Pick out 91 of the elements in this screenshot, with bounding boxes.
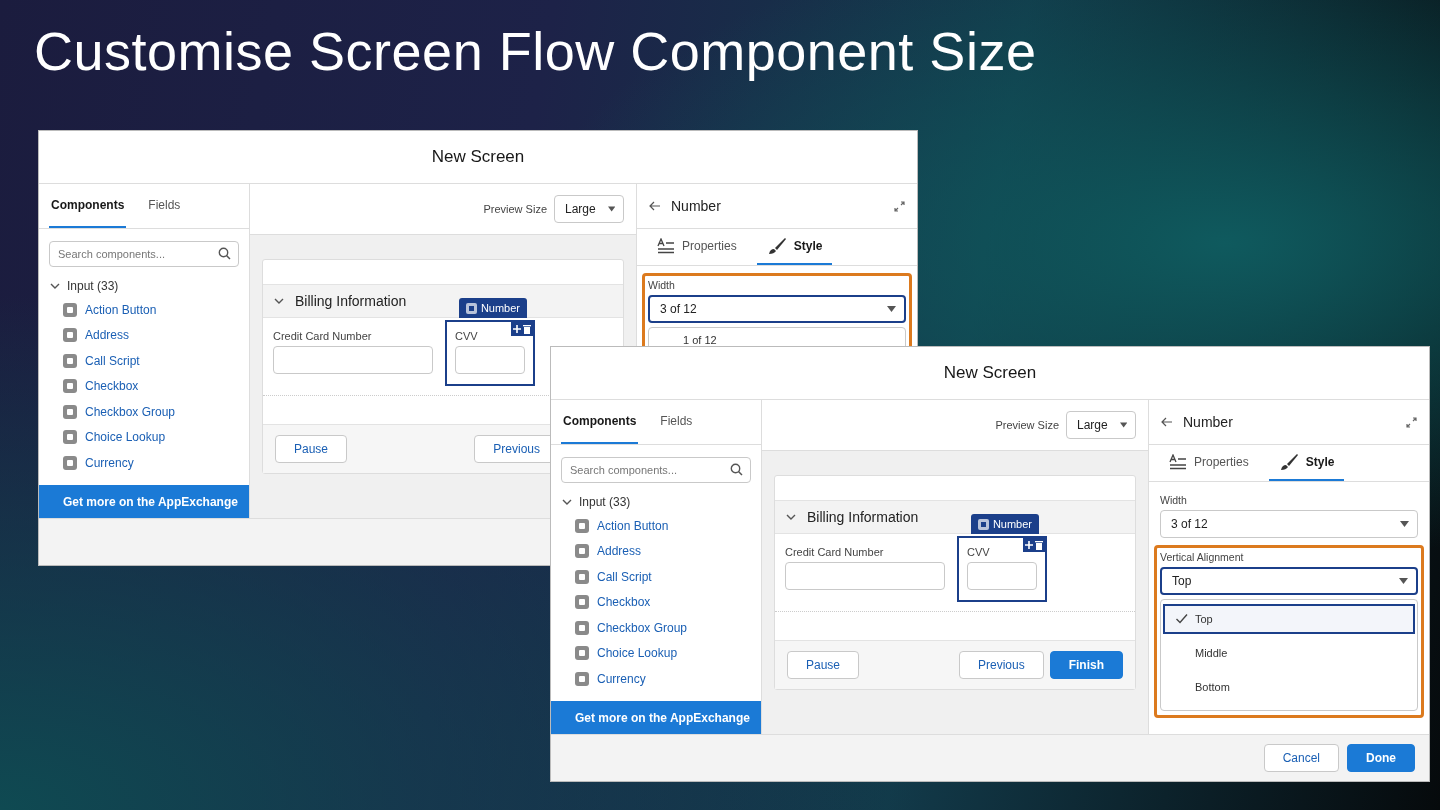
component-link[interactable]: Checkbox <box>85 379 139 394</box>
search-field[interactable]: Search components... <box>561 457 751 483</box>
component-link[interactable]: Checkbox Group <box>85 404 176 419</box>
selected-field[interactable]: CVV <box>445 320 535 386</box>
caret-icon <box>887 306 896 312</box>
component-icon <box>63 302 77 317</box>
component-badge: Number <box>458 298 527 318</box>
appexchange-button[interactable]: Get more on the AppExchange <box>39 485 249 518</box>
component-icon <box>63 455 77 470</box>
panel-title: Number <box>671 198 722 214</box>
panel-tab[interactable]: Fields <box>658 400 695 444</box>
panel-tab[interactable]: Components <box>561 400 639 444</box>
preview-size-select[interactable]: Large <box>554 195 624 223</box>
window-title: New Screen <box>431 147 525 167</box>
back-arrow-icon[interactable] <box>649 201 661 211</box>
dropdown-option[interactable]: Middle <box>1163 638 1415 668</box>
group-label: Input (33) <box>579 495 631 509</box>
property-select[interactable]: 3 of 12 <box>648 295 906 323</box>
expand-icon[interactable] <box>1406 416 1417 428</box>
group-label: Input (33) <box>67 279 119 293</box>
property: Width 3 of 12 <box>1157 492 1421 540</box>
component-icon <box>575 518 589 533</box>
component-link[interactable]: Call Script <box>597 569 652 584</box>
component-link[interactable]: Action Button <box>85 302 157 317</box>
primary-button[interactable]: Finish <box>1049 651 1123 679</box>
section-title: Billing Information <box>295 293 407 309</box>
brush-icon <box>766 237 787 255</box>
window-title: New Screen <box>943 363 1037 383</box>
component-link[interactable]: Checkbox <box>597 595 651 610</box>
move-delete-icon[interactable] <box>1023 538 1045 552</box>
component-link[interactable]: Choice Lookup <box>85 430 166 445</box>
component-icon <box>575 620 589 635</box>
secondary-button[interactable]: Cancel <box>1263 744 1339 772</box>
search-field[interactable]: Search components... <box>49 241 239 267</box>
slide-title: Customise Screen Flow Component Size <box>34 20 1037 82</box>
caret-icon <box>1400 521 1409 527</box>
component-link[interactable]: Address <box>85 328 130 343</box>
component-link[interactable]: Currency <box>85 455 134 470</box>
expand-icon[interactable] <box>894 200 905 212</box>
component-link[interactable]: Call Script <box>85 353 140 368</box>
secondary-button[interactable]: Pause <box>787 651 860 679</box>
component-icon <box>63 353 77 368</box>
search-icon <box>730 463 743 476</box>
component-link[interactable]: Action Button <box>597 518 669 533</box>
highlight-frame: Vertical Alignment Top Top Middle Bottom <box>1154 545 1424 718</box>
panel-tab[interactable]: Style <box>756 229 833 265</box>
move-delete-icon[interactable] <box>511 322 533 336</box>
panel-title: Number <box>1183 414 1234 430</box>
component-icon <box>575 569 589 584</box>
component-icon <box>575 595 589 610</box>
component-icon <box>575 646 589 661</box>
panel-tab[interactable]: Properties <box>1159 445 1259 481</box>
preview-size-label: Preview Size <box>995 419 1059 431</box>
selected-field[interactable]: CVV <box>957 536 1047 602</box>
number-icon <box>977 518 989 530</box>
appexchange-button[interactable]: Get more on the AppExchange <box>551 701 761 734</box>
component-link[interactable]: Choice Lookup <box>597 646 678 661</box>
component-icon <box>63 379 77 394</box>
component-icon <box>575 544 589 559</box>
section-title: Billing Information <box>807 509 919 525</box>
brush-icon <box>1278 453 1299 471</box>
back-arrow-icon[interactable] <box>1161 417 1173 427</box>
component-icon <box>63 430 77 445</box>
dropdown-option[interactable]: Bottom <box>1163 672 1415 702</box>
preview-size-select[interactable]: Large <box>1066 411 1136 439</box>
preview-size-label: Preview Size <box>483 203 547 215</box>
component-link[interactable]: Checkbox Group <box>597 620 688 635</box>
panel-tab[interactable]: Properties <box>647 229 747 265</box>
dropdown-option[interactable]: Top <box>1163 604 1415 634</box>
property-select[interactable]: 3 of 12 <box>1160 510 1418 538</box>
panel-tab[interactable]: Components <box>49 184 127 228</box>
caret-icon <box>607 206 615 212</box>
panel-tab[interactable]: Fields <box>146 184 183 228</box>
secondary-button[interactable]: Pause <box>275 435 348 463</box>
caret-icon <box>1399 578 1408 584</box>
panel-tab[interactable]: Style <box>1268 445 1345 481</box>
component-icon <box>63 404 77 419</box>
component-badge: Number <box>970 514 1039 534</box>
number-icon <box>465 302 477 314</box>
check-icon <box>1175 612 1188 625</box>
property-select[interactable]: Top <box>1160 567 1418 595</box>
text-lines-icon <box>1169 454 1187 470</box>
search-icon <box>218 247 231 260</box>
component-icon <box>63 328 77 343</box>
primary-button[interactable]: Done <box>1347 744 1415 772</box>
component-icon <box>575 671 589 686</box>
component-link[interactable]: Currency <box>597 671 646 686</box>
text-lines-icon <box>657 238 675 254</box>
component-link[interactable]: Address <box>597 544 642 559</box>
secondary-button[interactable]: Previous <box>958 651 1044 679</box>
caret-icon <box>1119 422 1127 428</box>
